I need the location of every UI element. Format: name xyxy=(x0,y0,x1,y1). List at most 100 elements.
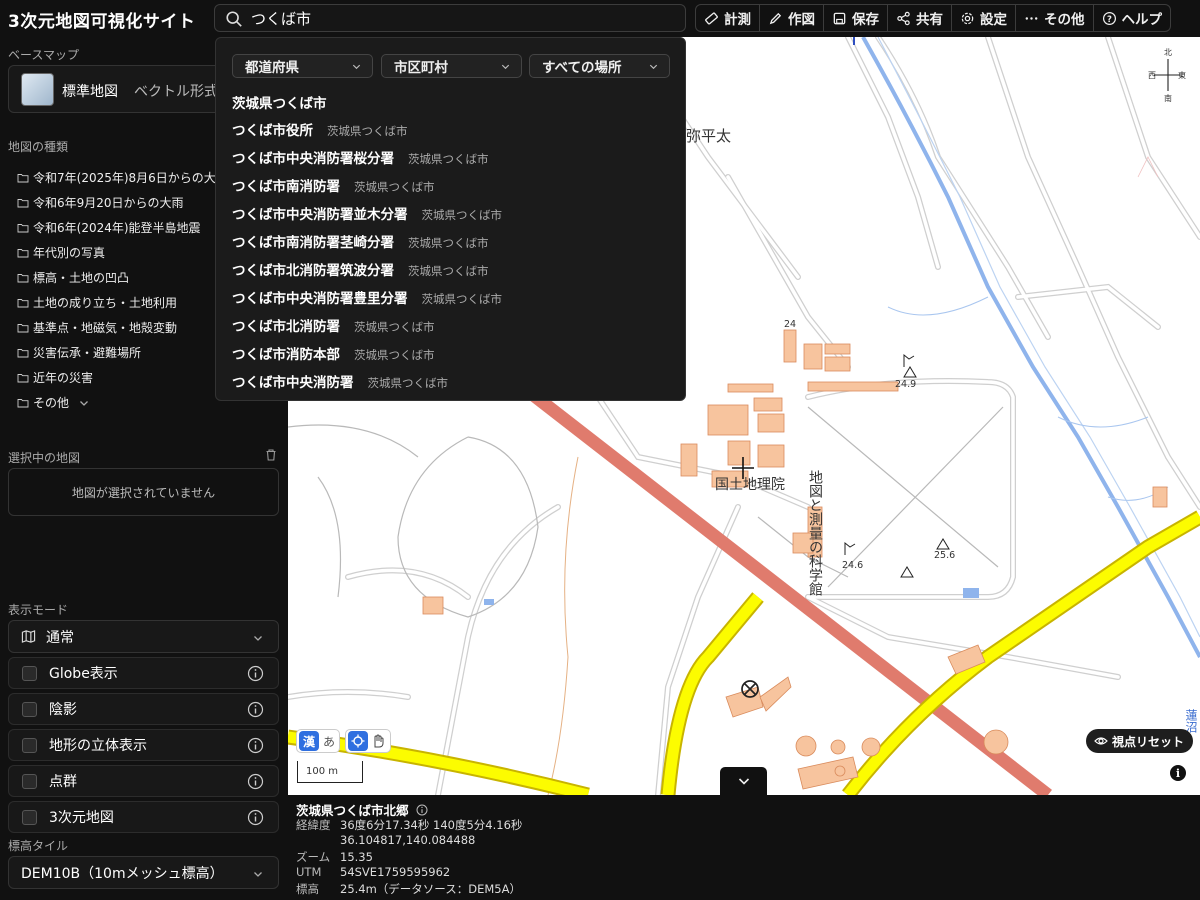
terrain3d-checkbox[interactable] xyxy=(22,737,37,753)
draw-button[interactable]: 作図 xyxy=(760,5,824,31)
place-type-filter[interactable]: すべての場所 xyxy=(529,54,670,78)
hillshade-toggle[interactable]: 陰影 xyxy=(8,693,279,725)
more-label: その他 xyxy=(1044,12,1085,28)
search-result[interactable]: つくば市中央消防署 茨城県つくば市 xyxy=(232,371,448,391)
pointcloud-toggle[interactable]: 点群 xyxy=(8,765,279,797)
search-input[interactable] xyxy=(251,7,671,29)
compass[interactable]: 北 東 西 南 xyxy=(1148,47,1186,103)
save-label: 保存 xyxy=(852,12,879,28)
settings-label: 設定 xyxy=(980,12,1007,28)
search-result[interactable]: つくば市中央消防署桜分署 茨城県つくば市 xyxy=(232,147,489,167)
search-box[interactable] xyxy=(214,4,686,32)
maptype-label: 災害伝承・避難場所 xyxy=(33,346,142,360)
basemap-thumbnail xyxy=(21,73,54,106)
selected-section-label: 選択中の地図 xyxy=(8,451,81,465)
reset-view-button[interactable]: 視点リセット xyxy=(1086,729,1193,753)
result-location: 茨城県つくば市 xyxy=(354,180,435,194)
location-name: 茨城県つくば市北郷 xyxy=(296,803,409,818)
municipality-filter[interactable]: 市区町村 xyxy=(381,54,522,78)
elevation-point-label: 24.9 xyxy=(895,379,917,390)
search-results-dropdown: 都道府県 市区町村 すべての場所 茨城県つくば市 つくば市役所 茨城県つくば市 つ… xyxy=(215,37,686,401)
info-icon[interactable] xyxy=(247,809,264,826)
terrain3d-toggle[interactable]: 地形の立体表示 xyxy=(8,729,279,761)
info-key: 経緯度 xyxy=(296,818,331,832)
kana-toggle[interactable]: あ xyxy=(319,731,339,751)
displaymode-select[interactable]: 通常 xyxy=(8,620,279,653)
search-result[interactable]: つくば市中央消防署豊里分署 茨城県つくば市 xyxy=(232,287,502,307)
chevron-down-icon xyxy=(649,64,658,70)
info-row-elevation: 標高 25.4m（データソース：DEM5A） xyxy=(296,881,521,897)
folder-icon xyxy=(17,373,29,382)
folder-icon xyxy=(17,398,29,407)
folder-icon xyxy=(17,323,29,332)
toolbar: 計測 作図 保存 共有 設定 その他 ? ヘルプ xyxy=(695,4,1171,32)
place-type-filter-label: すべての場所 xyxy=(542,60,622,76)
locate-toggle[interactable] xyxy=(345,729,391,753)
hand-icon[interactable] xyxy=(368,731,388,751)
trash-icon[interactable] xyxy=(264,448,278,462)
maptype-label: 基準点・地磁気・地殻変動 xyxy=(33,321,178,335)
result-location: 茨城県つくば市 xyxy=(367,376,449,390)
label-mode-toggle[interactable]: 漢 あ xyxy=(296,729,340,753)
globe-toggle[interactable]: Globe表示 xyxy=(8,657,279,689)
measure-button[interactable]: 計測 xyxy=(696,5,760,31)
settings-button[interactable]: 設定 xyxy=(952,5,1016,31)
save-button[interactable]: 保存 xyxy=(824,5,888,31)
search-result[interactable]: つくば市南消防署 茨城県つくば市 xyxy=(232,175,435,195)
map3d-label: 3次元地図 xyxy=(49,810,114,826)
result-name: つくば市消防本部 xyxy=(232,347,340,363)
maptype-label: 土地の成り立ち・土地利用 xyxy=(33,296,178,310)
help-button[interactable]: ? ヘルプ xyxy=(1094,5,1171,31)
maptype-label: 令和6年(2024年)能登半島地震 xyxy=(33,221,201,235)
folder-icon xyxy=(17,173,29,182)
map3d-checkbox[interactable] xyxy=(22,809,37,825)
map3d-toggle[interactable]: 3次元地図 xyxy=(8,801,279,833)
share-icon xyxy=(897,11,910,25)
globe-checkbox[interactable] xyxy=(22,665,37,681)
hillshade-label: 陰影 xyxy=(49,702,77,718)
svg-text:?: ? xyxy=(1107,13,1112,23)
chevron-down-icon xyxy=(352,64,361,70)
result-name: つくば市中央消防署 xyxy=(232,375,354,391)
draw-label: 作図 xyxy=(788,12,815,28)
help-icon: ? xyxy=(1102,11,1116,25)
share-button[interactable]: 共有 xyxy=(888,5,952,31)
search-result[interactable]: つくば市役所 茨城県つくば市 xyxy=(232,119,408,139)
search-result[interactable]: つくば市中央消防署並木分署 茨城県つくば市 xyxy=(232,203,502,223)
kanji-toggle[interactable]: 漢 xyxy=(299,731,319,751)
info-key: 標高 xyxy=(296,882,319,896)
info-icon[interactable] xyxy=(247,773,264,790)
top-bar: 3次元地図可視化サイト 計測 作図 保存 共有 設定 その他 ? xyxy=(0,0,1200,37)
info-panel-toggle[interactable] xyxy=(720,767,767,795)
search-result[interactable]: つくば市北消防署筑波分署 茨城県つくば市 xyxy=(232,259,489,279)
chevron-down-icon xyxy=(738,778,749,785)
location-info-panel: 茨城県つくば市北郷 経緯度 36度6分17.34秒 140度5分4.16秒 36.… xyxy=(288,795,1200,900)
crosshair-icon[interactable] xyxy=(348,731,368,751)
result-name: つくば市中央消防署豊里分署 xyxy=(232,291,408,307)
basemap-section-label: ベースマップ xyxy=(8,48,80,62)
more-icon xyxy=(1025,16,1038,20)
maptype-label: 令和6年9月20日からの大雨 xyxy=(33,196,184,210)
eye-icon xyxy=(1094,737,1108,745)
result-municipality[interactable]: 茨城県つくば市 xyxy=(232,92,327,112)
info-icon[interactable] xyxy=(247,701,264,718)
attribution-info-icon[interactable]: i xyxy=(1170,765,1186,781)
elevation-point-label: 24 xyxy=(784,319,797,330)
prefecture-filter[interactable]: 都道府県 xyxy=(232,54,373,78)
elevation-tile-select[interactable]: DEM10B（10mメッシュ標高） xyxy=(8,856,279,889)
info-icon[interactable] xyxy=(247,737,264,754)
elevation-point-label: 24.6 xyxy=(842,560,864,571)
more-button[interactable]: その他 xyxy=(1016,5,1094,31)
result-name: つくば市北消防署筑波分署 xyxy=(232,263,394,279)
search-result[interactable]: つくば市南消防署茎崎分署 茨城県つくば市 xyxy=(232,231,489,251)
pointcloud-checkbox[interactable] xyxy=(22,773,37,789)
search-result[interactable]: つくば市北消防署 茨城県つくば市 xyxy=(232,315,435,335)
maptype-label: 令和7年(2025年)8月6日からの大雨 xyxy=(33,171,228,185)
hillshade-checkbox[interactable] xyxy=(22,701,37,717)
info-icon[interactable] xyxy=(416,804,428,816)
info-icon[interactable] xyxy=(247,665,264,682)
search-result[interactable]: つくば市消防本部 茨城県つくば市 xyxy=(232,343,435,363)
result-name: つくば市南消防署茎崎分署 xyxy=(232,235,394,251)
result-name: つくば市北消防署 xyxy=(232,319,340,335)
chevron-down-icon xyxy=(501,64,510,70)
